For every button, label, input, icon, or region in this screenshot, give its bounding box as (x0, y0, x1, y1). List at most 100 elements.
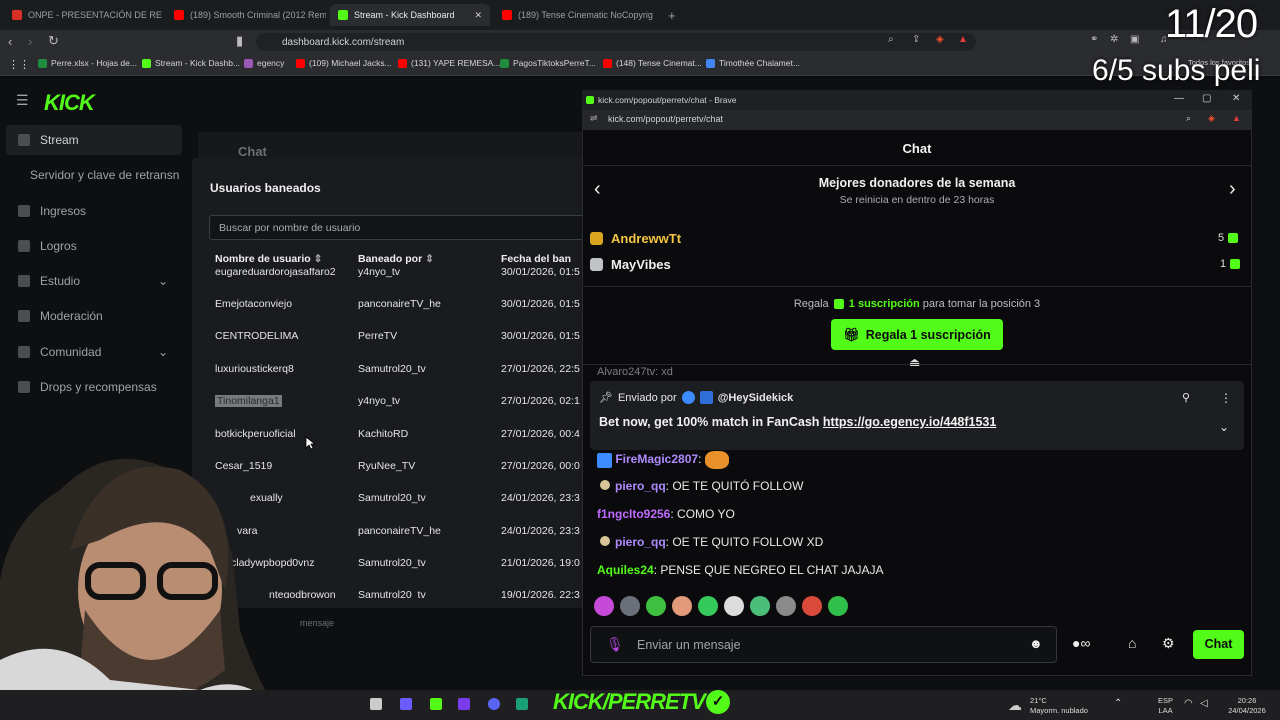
emote-icon[interactable] (828, 596, 848, 616)
bookmark-item[interactable]: PagosTiktoksPerreT... (500, 58, 596, 68)
send-chat-button[interactable]: Chat (1193, 630, 1244, 659)
chat-username[interactable]: Aquiles24 (597, 563, 654, 577)
bookmark-item[interactable]: egency (244, 58, 284, 68)
minimize-icon[interactable]: — (1174, 93, 1184, 104)
taskbar-app-icon[interactable] (400, 698, 412, 710)
settings-gear-icon[interactable]: ⚙︎ (1162, 635, 1175, 652)
menu-icon[interactable]: ☰ (16, 92, 29, 109)
apps-icon[interactable]: ⋮⋮ (8, 58, 30, 71)
zoom-icon[interactable]: ⌕ (888, 34, 894, 45)
table-cell[interactable]: CENTRODELIMA (215, 330, 298, 342)
unpin-icon[interactable]: ⚲ (1182, 391, 1190, 404)
chevron-down-icon[interactable]: ⌄ (1219, 420, 1229, 434)
sidebar-item-ingresos[interactable]: Ingresos (18, 204, 86, 218)
emote-icon[interactable] (620, 596, 640, 616)
bookmark-item[interactable]: Stream - Kick Dashb... (142, 58, 240, 68)
clock[interactable]: 20:26 24/04/2026 (1222, 696, 1272, 716)
table-cell-selected[interactable]: Tinomilanga1 (215, 395, 282, 407)
column-header-ban-date[interactable]: Fecha del ban (501, 253, 571, 265)
bookmark-item[interactable]: (148) Tense Cinemat... (603, 58, 702, 68)
emote-icon[interactable] (646, 596, 666, 616)
popout-url-bar[interactable]: ⇌ kick.com/popout/perretv/chat ⌕ ◈ ▲ (582, 110, 1252, 130)
sidebar-icon[interactable]: ▣ (1130, 34, 1139, 45)
url-input[interactable]: dashboard.kick.com/stream (256, 33, 976, 51)
chat-username[interactable]: piero_qq (615, 479, 666, 493)
wifi-icon[interactable]: ◠ (1184, 698, 1193, 709)
donor-row[interactable]: MayVibes (590, 257, 671, 272)
emote-icon[interactable] (802, 596, 822, 616)
chevron-down-icon[interactable]: ⌄ (158, 345, 168, 359)
reload-icon[interactable]: ↻ (48, 33, 59, 49)
chat-username[interactable]: f1ngcIto9256 (597, 507, 670, 521)
emote-icon[interactable] (776, 596, 796, 616)
donor-row[interactable]: AndrewwTt (590, 231, 681, 246)
bookmark-icon[interactable]: ▮ (236, 33, 243, 49)
kick-logo[interactable]: KICK (44, 90, 95, 116)
puzzle-icon[interactable]: ✲ (1110, 34, 1118, 45)
column-header-username[interactable]: Nombre de usuario ⇕ (215, 253, 322, 265)
site-settings-icon[interactable]: ⇌ (590, 113, 598, 124)
sidebar-item-comunidad[interactable]: Comunidad (18, 345, 101, 359)
sidebar-item-stream[interactable]: Stream (6, 125, 182, 155)
emote-icon[interactable] (672, 596, 692, 616)
gift-link[interactable]: 1 suscripción (849, 298, 920, 310)
close-tab-icon[interactable]: ✕ (474, 10, 482, 21)
collapse-icon[interactable]: ⏏ (909, 355, 920, 369)
message-input[interactable]: Enviar un mensaje (590, 626, 1057, 663)
extension-icon[interactable]: ⚭ (1090, 34, 1098, 45)
taskbar-app-icon[interactable] (458, 698, 470, 710)
new-tab-button[interactable]: + (660, 4, 680, 26)
bookmark-item[interactable]: Perre.xlsx - Hojas de... (38, 58, 137, 68)
chevron-up-icon[interactable]: ⌃ (1114, 698, 1122, 709)
gift-subscription-button[interactable]: 🎁︎ Regala 1 suscripción (831, 319, 1003, 350)
maximize-icon[interactable]: ▢ (1202, 93, 1211, 104)
chat-username[interactable]: FireMagic2807 (615, 452, 698, 466)
zoom-icon[interactable]: ⌕ (1186, 113, 1191, 124)
taskbar-app-icon[interactable] (370, 698, 382, 710)
column-header-banned-by[interactable]: Baneado por ⇕ (358, 253, 434, 265)
brave-shield-icon[interactable]: ◈ (936, 34, 944, 45)
brave-rewards-icon[interactable]: ▲ (958, 34, 968, 45)
sidebar-item-server-key[interactable]: Servidor y clave de retransn (30, 168, 179, 182)
emote-icon[interactable] (724, 596, 744, 616)
close-icon[interactable]: ✕ (1232, 93, 1240, 104)
bookmark-item[interactable]: (109) Michael Jacks... (296, 58, 392, 68)
microphone-icon[interactable]: 🎙︎ (606, 636, 624, 653)
table-cell[interactable]: luxurioustickerq8 (215, 363, 294, 375)
sidebar-item-drops[interactable]: Drops y recompensas (18, 380, 157, 394)
emote-icon[interactable] (594, 596, 614, 616)
watch-party-icon[interactable]: ●∞ (1072, 635, 1090, 651)
pinned-user[interactable]: @HeySidekick (718, 392, 794, 404)
store-icon[interactable]: ⌂ (1128, 635, 1136, 651)
weather-widget[interactable]: 21°C Mayorm. nublado (1030, 696, 1088, 716)
emote-icon[interactable] (750, 596, 770, 616)
tab-onpe[interactable]: ONPE - PRESENTACIÓN DE RESULTA (4, 4, 162, 26)
chat-username[interactable]: piero_qq (615, 535, 666, 549)
taskbar-app-icon[interactable] (516, 698, 528, 710)
brave-rewards-icon[interactable]: ▲ (1232, 113, 1241, 123)
tab-tense-cinematic[interactable]: (189) Tense Cinematic NoCopyrig (494, 4, 654, 26)
volume-icon[interactable]: ◁ (1200, 698, 1208, 709)
sidebar-item-estudio[interactable]: Estudio (18, 274, 80, 288)
tab-kick-dashboard[interactable]: Stream - Kick Dashboard ✕ (330, 4, 490, 26)
search-input[interactable]: Buscar por nombre de usuario (209, 215, 589, 240)
sidebar-item-logros[interactable]: Logros (18, 239, 77, 253)
sidebar-item-moderacion[interactable]: Moderación (18, 309, 103, 323)
more-options-icon[interactable]: ⋮ (1220, 391, 1232, 405)
emote-icon[interactable] (698, 596, 718, 616)
bookmark-item[interactable]: (131) YAPE REMESA... (398, 58, 500, 68)
forward-icon[interactable]: › (28, 34, 32, 49)
language-indicator[interactable]: ESP LAA (1158, 696, 1173, 716)
table-cell[interactable]: Emejotaconviejo (215, 298, 292, 310)
tab-smooth-criminal[interactable]: (189) Smooth Criminal (2012 Remast (166, 4, 326, 26)
brave-shield-icon[interactable]: ◈ (1208, 113, 1215, 124)
emoji-picker-icon[interactable]: ☻ (1029, 636, 1043, 651)
back-icon[interactable]: ‹ (8, 34, 12, 49)
table-cell[interactable]: eugareduardorojasaffaro2 (215, 268, 336, 278)
chevron-down-icon[interactable]: ⌄ (158, 274, 168, 288)
share-icon[interactable]: ⇪ (912, 34, 920, 45)
pinned-link[interactable]: https://go.egency.io/448f1531 (823, 415, 996, 429)
discord-icon[interactable] (488, 698, 500, 710)
taskbar-app-icon[interactable] (430, 698, 442, 710)
bookmark-item[interactable]: Timothée Chalamet... (706, 58, 800, 68)
